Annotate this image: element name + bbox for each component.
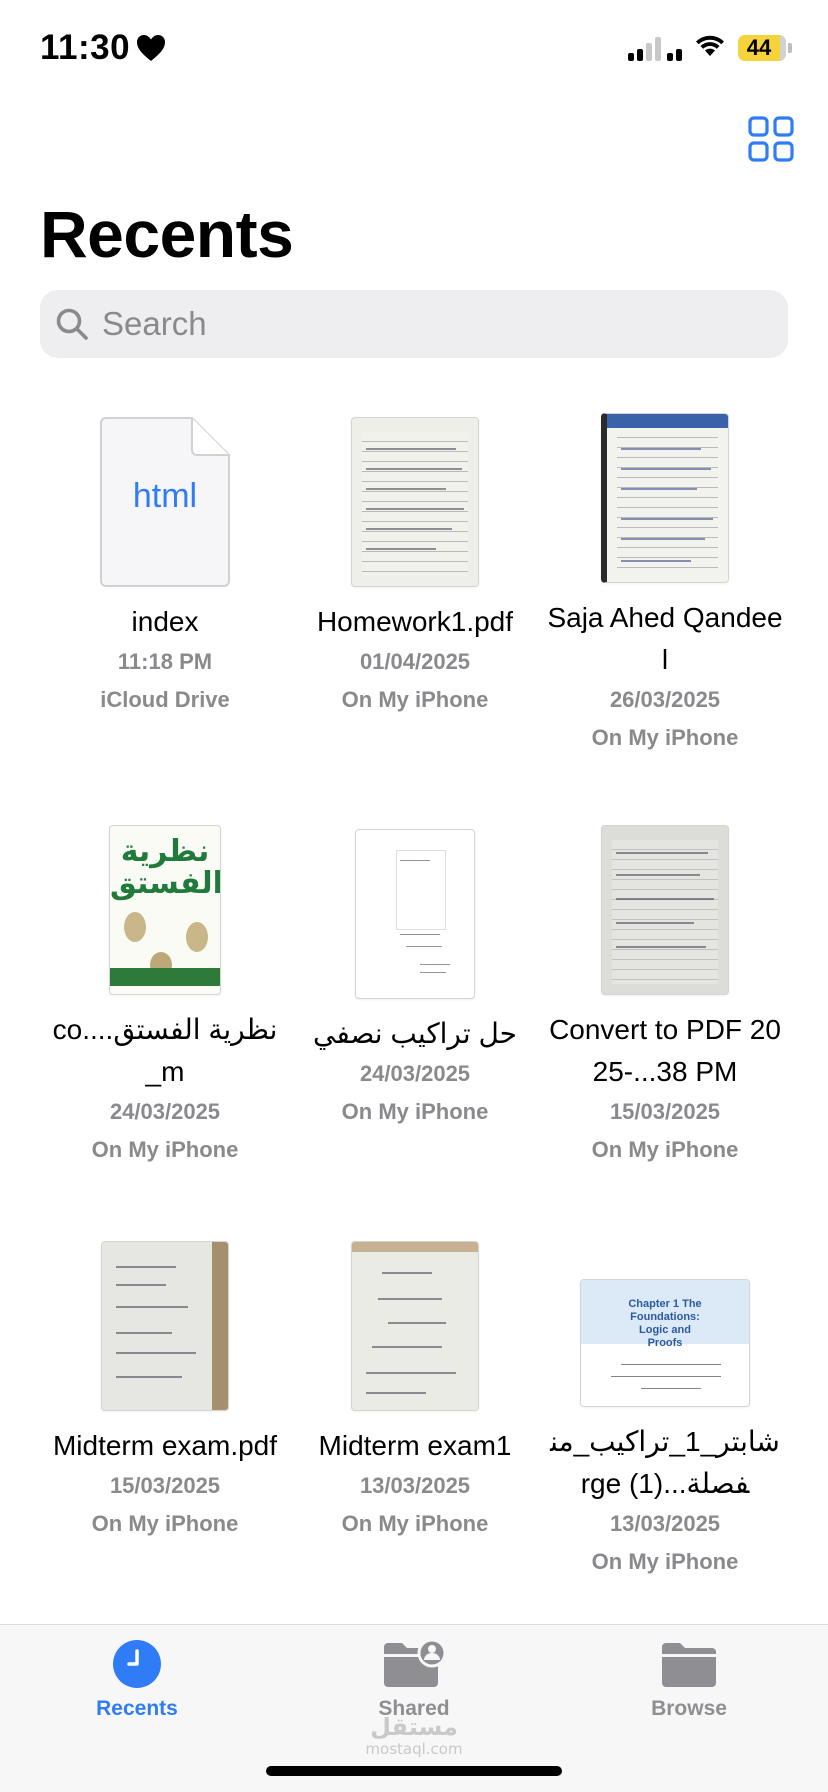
battery-icon: 44: [738, 34, 792, 61]
file-item[interactable]: نظرية الفستق نظرية الفستق....com_ 24/03/…: [40, 817, 290, 1169]
file-name: Homework1.pdf: [316, 606, 514, 637]
file-thumbnail: [351, 417, 479, 587]
book-cover-title: نظرية الفستق: [110, 834, 221, 901]
file-item[interactable]: Chapter 1 The Foundations: Logic and Pro…: [540, 1229, 790, 1581]
file-date: 24/03/2025: [109, 1099, 221, 1124]
file-name: نظرية الفستق....com_: [52, 1014, 278, 1087]
html-label: html: [132, 477, 198, 515]
battery-level: 44: [746, 34, 772, 60]
file-item[interactable]: Midterm exam1 13/03/2025 On My iPhone: [290, 1229, 540, 1581]
file-location: On My iPhone: [341, 1511, 489, 1536]
tab-label: Recents: [96, 1697, 178, 1720]
file-date: 24/03/2025: [359, 1061, 471, 1086]
grid-view-icon[interactable]: [748, 116, 794, 162]
watermark-arabic: مستقل: [370, 1713, 458, 1741]
clock-icon: [113, 1640, 161, 1688]
file-name: Midterm exam1: [318, 1430, 512, 1461]
file-name: شابتر_1_تراكيب_منفصلة...rge (1): [550, 1426, 780, 1499]
file-location: On My iPhone: [591, 1549, 739, 1574]
watermark-latin: mostaql.com: [365, 1740, 463, 1758]
file-item[interactable]: حل تراكيب نصفي 24/03/2025 On My iPhone: [290, 817, 540, 1169]
tab-label: Browse: [651, 1697, 727, 1720]
file-date: 26/03/2025: [609, 687, 721, 712]
wifi-icon: [694, 32, 726, 63]
file-thumbnail: Chapter 1 The Foundations: Logic and Pro…: [580, 1279, 750, 1407]
file-item[interactable]: Homework1.pdf 01/04/2025 On My iPhone: [290, 405, 540, 757]
file-thumbnail: نظرية الفستق: [109, 825, 221, 995]
file-location: On My iPhone: [91, 1137, 239, 1162]
file-name: Midterm exam.pdf: [52, 1430, 278, 1461]
tab-recents[interactable]: Recents: [57, 1639, 217, 1721]
slide-title: Chapter 1 The Foundations: Logic and Pro…: [628, 1298, 702, 1349]
file-date: 15/03/2025: [609, 1099, 721, 1124]
file-date: 11:18 PM: [117, 649, 213, 674]
watermark: مستقل mostaql.com: [360, 1714, 468, 1758]
file-location: On My iPhone: [591, 725, 739, 750]
status-bar: 11:30 44: [0, 0, 828, 100]
file-name: Saja Ahed Qandeel: [547, 602, 783, 675]
file-item[interactable]: Saja Ahed Qandeel 26/03/2025 On My iPhon…: [540, 405, 790, 757]
file-location: On My iPhone: [591, 1137, 739, 1162]
file-location: On My iPhone: [341, 1099, 489, 1124]
file-name: index: [131, 606, 199, 637]
file-item[interactable]: Convert to PDF 2025-...38 PM 15/03/2025 …: [540, 817, 790, 1169]
file-date: 13/03/2025: [609, 1511, 721, 1536]
search-input[interactable]: [102, 305, 742, 343]
file-thumbnail: [351, 1241, 479, 1411]
heart-icon: [136, 31, 166, 71]
file-thumbnail: [355, 829, 475, 999]
file-name: Convert to PDF 2025-...38 PM: [549, 1014, 781, 1087]
file-date: 15/03/2025: [109, 1473, 221, 1498]
tab-browse[interactable]: Browse: [609, 1639, 769, 1721]
html-document-icon: html: [100, 417, 230, 587]
file-location: On My iPhone: [341, 687, 489, 712]
file-date: 01/04/2025: [359, 649, 471, 674]
search-bar[interactable]: [40, 290, 788, 358]
file-date: 13/03/2025: [359, 1473, 471, 1498]
file-item[interactable]: html index 11:18 PM iCloud Drive: [40, 405, 290, 757]
clock-text: 11:30: [40, 28, 131, 67]
file-item[interactable]: Midterm exam.pdf 15/03/2025 On My iPhone: [40, 1229, 290, 1581]
cellular-signal-icon: [628, 35, 682, 61]
file-name: حل تراكيب نصفي: [313, 1018, 517, 1049]
search-icon: [56, 308, 88, 340]
file-thumbnail: [601, 413, 729, 583]
page-title: Recents: [40, 197, 294, 271]
file-thumbnail: [101, 1241, 229, 1411]
recents-grid: html index 11:18 PM iCloud Drive Homewor…: [40, 405, 790, 1581]
status-time: 11:30: [40, 28, 166, 71]
shared-folder-icon: [384, 1639, 446, 1687]
file-location: On My iPhone: [91, 1511, 239, 1536]
tab-shared[interactable]: Shared: [334, 1639, 494, 1721]
home-indicator[interactable]: [266, 1766, 562, 1776]
file-thumbnail: [601, 825, 729, 995]
folder-icon: [662, 1643, 716, 1687]
file-location: iCloud Drive: [100, 687, 230, 712]
status-icons: 44: [628, 32, 792, 63]
